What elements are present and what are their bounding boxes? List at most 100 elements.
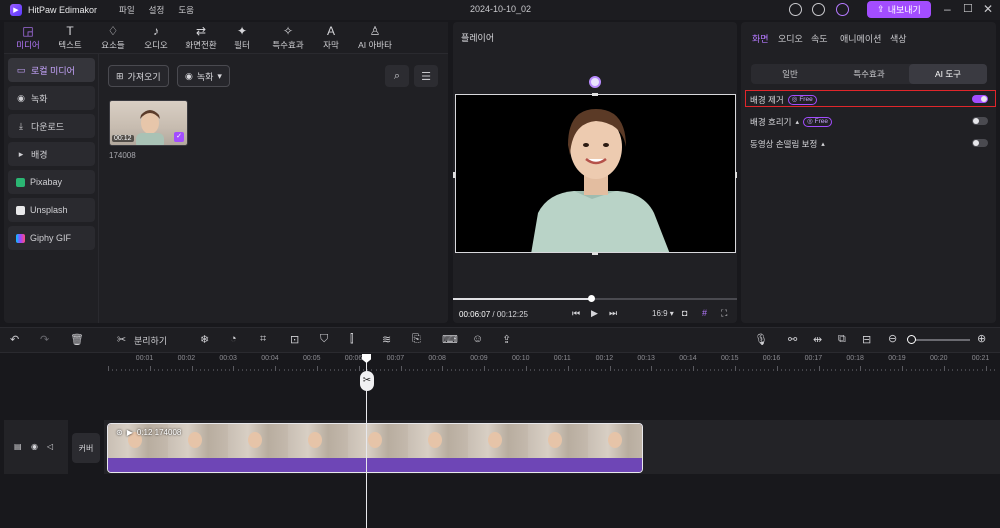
prev-frame-icon[interactable]: ⏮ bbox=[572, 308, 580, 319]
play-icon[interactable]: ▶ bbox=[591, 308, 598, 319]
microphone-icon[interactable]: 🎙 bbox=[754, 333, 768, 346]
check-icon[interactable]: ✓ bbox=[174, 132, 184, 142]
search-button[interactable]: ⌕ bbox=[385, 65, 409, 87]
scissor-icon[interactable]: ✂ bbox=[360, 371, 374, 391]
sidebar-item-unsplash[interactable]: Unsplash bbox=[8, 198, 95, 222]
track-mute-icon[interactable]: ◁ bbox=[47, 442, 53, 451]
ruler-minor-tick bbox=[287, 369, 289, 371]
crop-icon[interactable]: ⌗ bbox=[260, 333, 266, 346]
zoom-handle[interactable] bbox=[907, 335, 916, 344]
ai-icon[interactable]: ⌨ bbox=[442, 333, 458, 346]
rotate-handle-icon[interactable] bbox=[589, 76, 601, 88]
split-icon[interactable]: ✂ bbox=[117, 333, 126, 346]
tab-subtitle-label: 자막 bbox=[323, 40, 339, 50]
sidebar-item-record[interactable]: ◉ 녹화 bbox=[8, 86, 95, 110]
segment-effects[interactable]: 특수효과 bbox=[830, 64, 908, 84]
zoom-in-icon[interactable]: ⊕ bbox=[977, 332, 986, 345]
resize-handle[interactable] bbox=[592, 252, 598, 255]
preview-canvas[interactable] bbox=[455, 94, 736, 253]
snapshot-icon[interactable]: ◘ bbox=[682, 308, 687, 318]
tab-audio-props[interactable]: 오디오 bbox=[778, 32, 803, 45]
export-clip-icon[interactable]: ⇪ bbox=[502, 333, 511, 346]
track-visibility-icon[interactable]: ◉ bbox=[31, 442, 38, 451]
segment-ai-tools[interactable]: AI 도구 bbox=[909, 64, 987, 84]
menu-file[interactable]: 파일 bbox=[119, 4, 135, 16]
tab-screen[interactable]: 화면 bbox=[752, 32, 769, 45]
segment-general[interactable]: 일반 bbox=[751, 64, 829, 84]
stabilize-toggle[interactable] bbox=[972, 139, 988, 147]
bg-remove-toggle[interactable] bbox=[972, 95, 988, 103]
sidebar-item-giphy[interactable]: Giphy GIF bbox=[8, 226, 95, 250]
ruler-minor-tick bbox=[112, 369, 114, 371]
ruler-minor-tick bbox=[383, 369, 385, 371]
resize-handle[interactable] bbox=[453, 172, 455, 178]
tab-elements[interactable]: ♢ 요소들 bbox=[91, 24, 135, 51]
undo-icon[interactable]: ↶ bbox=[10, 333, 19, 346]
export-button[interactable]: ⇪ 내보내기 bbox=[867, 1, 931, 18]
tab-speed[interactable]: 속도 bbox=[811, 32, 828, 45]
tab-animation[interactable]: 애니메이션 bbox=[840, 32, 881, 45]
import-button[interactable]: ⊞ 가져오기 bbox=[108, 65, 169, 87]
tab-audio-label: 오디오 bbox=[144, 40, 168, 50]
fullscreen-icon[interactable]: ⛶ bbox=[721, 308, 727, 319]
tab-ai-avatar[interactable]: ♙ AI 아바타 bbox=[350, 24, 400, 51]
replace-icon[interactable]: ⎘ bbox=[412, 333, 421, 346]
tab-media[interactable]: ◲ 미디어 bbox=[6, 24, 50, 51]
bg-blur-toggle[interactable] bbox=[972, 117, 988, 125]
tab-filter[interactable]: ✦ 필터 bbox=[220, 24, 264, 51]
tab-color[interactable]: 색상 bbox=[890, 32, 907, 45]
record-dropdown[interactable]: ◉ 녹화 ▾ bbox=[177, 65, 230, 87]
split-label[interactable]: 분리하기 bbox=[134, 334, 167, 347]
cover-button[interactable]: 커버 bbox=[72, 433, 100, 463]
aspect-ratio-select[interactable]: 16:9 ▾ bbox=[652, 309, 674, 318]
snap-icon[interactable]: ⇹ bbox=[813, 333, 822, 346]
ruler-minor-tick bbox=[764, 369, 766, 371]
resize-handle[interactable] bbox=[735, 172, 737, 178]
player-title: 플레이어 bbox=[461, 33, 495, 43]
tab-text[interactable]: T 텍스트 bbox=[48, 24, 92, 51]
minimize-icon[interactable]: – bbox=[944, 2, 951, 16]
sidebar-item-label: Unsplash bbox=[30, 205, 68, 215]
delete-icon[interactable]: 🗑 bbox=[70, 333, 84, 346]
sidebar-item-pixabay[interactable]: Pixabay bbox=[8, 170, 95, 194]
tab-transition[interactable]: ⇄ 화면전환 bbox=[179, 24, 223, 51]
resize-handle[interactable] bbox=[592, 93, 598, 96]
mask-icon[interactable]: ⊡ bbox=[290, 333, 299, 346]
close-icon[interactable]: ✕ bbox=[983, 2, 993, 16]
redo-icon[interactable]: ↷ bbox=[40, 333, 49, 346]
sidebar-item-local-media[interactable]: ▭ 로컬 미디어 bbox=[8, 58, 95, 82]
account-icon[interactable] bbox=[836, 3, 849, 16]
zoom-slider[interactable] bbox=[912, 339, 970, 341]
speed-icon[interactable]: ◔ bbox=[230, 333, 237, 345]
adjust-icon[interactable]: ≋ bbox=[382, 333, 391, 346]
link-icon[interactable]: ⚯ bbox=[788, 333, 797, 346]
download-icon[interactable] bbox=[812, 3, 825, 16]
media-thumbnail[interactable]: 00:12 ✓ bbox=[109, 100, 188, 146]
tab-subtitle[interactable]: A 자막 bbox=[309, 24, 353, 51]
ruler-minor-tick bbox=[906, 369, 908, 371]
ruler-minor-tick bbox=[923, 369, 925, 371]
menu-settings[interactable]: 설정 bbox=[149, 4, 165, 16]
detach-icon[interactable]: ⧉ bbox=[838, 333, 846, 346]
zoom-out-icon[interactable]: ⊖ bbox=[888, 332, 897, 345]
menu-help[interactable]: 도움 bbox=[178, 4, 194, 16]
sidebar-item-background[interactable]: ▸ 배경 bbox=[8, 142, 95, 166]
sort-button[interactable]: ☰ bbox=[414, 65, 438, 87]
tab-audio[interactable]: ♪ 오디오 bbox=[134, 24, 178, 51]
progress-handle[interactable] bbox=[588, 295, 595, 302]
feedback-icon[interactable] bbox=[789, 3, 802, 16]
ruler-minor-tick bbox=[931, 369, 933, 371]
timeline-ruler[interactable]: 00:01 00:02 00:03 00:04 00:05 00:06 00:07 00:08… bbox=[68, 353, 1000, 373]
freeze-icon[interactable]: ❄ bbox=[200, 333, 209, 346]
grid-icon[interactable]: # bbox=[702, 308, 707, 318]
video-clip[interactable]: ⊛ ▶ 0:12 174008 bbox=[107, 423, 643, 473]
next-frame-icon[interactable]: ⏭ bbox=[609, 308, 617, 319]
track-lock-icon[interactable]: ▤ bbox=[14, 442, 22, 451]
mirror-icon[interactable]: ⫿ bbox=[350, 333, 354, 346]
maximize-icon[interactable]: ☐ bbox=[963, 2, 973, 15]
shield-icon[interactable]: ⛉ bbox=[320, 333, 328, 346]
fit-icon[interactable]: ⊟ bbox=[862, 333, 871, 346]
avatar-icon[interactable]: ☺ bbox=[472, 333, 483, 345]
tab-effects[interactable]: ✧ 특수효과 bbox=[266, 24, 310, 51]
sidebar-item-download[interactable]: ⤓ 다운로드 bbox=[8, 114, 95, 138]
